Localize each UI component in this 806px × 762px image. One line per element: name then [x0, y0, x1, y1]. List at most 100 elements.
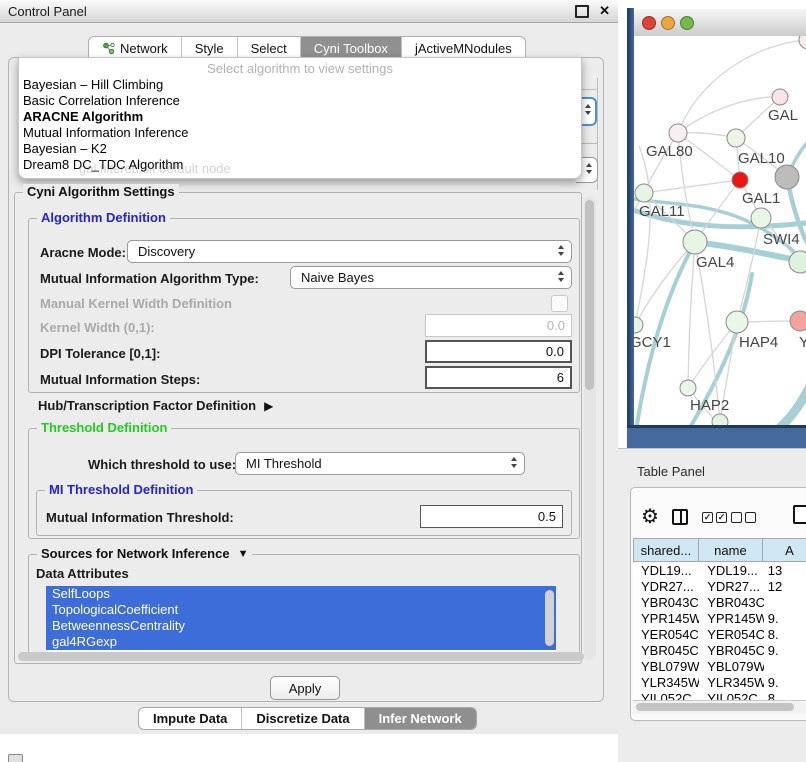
- tab-select[interactable]: Select: [237, 37, 300, 59]
- network-view[interactable]: GALGAL80GAL10GAL1GAL11SWI4GAL4GCY1HAP4YH…: [634, 36, 806, 425]
- table-row[interactable]: YER054CYER054C8.: [633, 626, 806, 642]
- table-cell: YBR045C: [699, 643, 764, 658]
- network-node[interactable]: [726, 311, 748, 333]
- network-node[interactable]: [775, 165, 799, 189]
- columns-icon[interactable]: [672, 509, 688, 525]
- network-node[interactable]: [772, 89, 788, 105]
- table-cell: YER054C: [633, 627, 699, 642]
- tab-cyni-toolbox[interactable]: Cyni Toolbox: [300, 37, 401, 59]
- kernel-width-value: 0.0: [547, 318, 565, 333]
- float-window-icon[interactable]: [575, 5, 589, 18]
- network-node[interactable]: [751, 208, 771, 228]
- tab-network[interactable]: Network: [89, 37, 181, 59]
- table-cell: YPR145W: [699, 611, 764, 626]
- algorithm-option[interactable]: Bayesian – Hill Climbing: [23, 77, 563, 93]
- algorithm-option[interactable]: Bayesian – K2: [23, 141, 563, 157]
- network-node[interactable]: [635, 184, 653, 202]
- network-node[interactable]: [799, 36, 806, 49]
- column-header[interactable]: A: [763, 538, 806, 562]
- table-cell: YLR345W: [633, 675, 699, 690]
- tab-style[interactable]: Style: [181, 37, 237, 59]
- data-attributes-label: Data Attributes: [36, 566, 129, 581]
- close-traffic-light[interactable]: [642, 16, 656, 30]
- mi-steps-field[interactable]: 6: [425, 366, 572, 389]
- network-edge[interactable]: [644, 180, 740, 193]
- screen: Control Panel ✕ Network Style Select Cyn…: [0, 0, 806, 762]
- network-node[interactable]: [789, 251, 806, 273]
- table-combo-value: gal.filtered.sif default node: [79, 161, 231, 176]
- gear-icon[interactable]: ⚙: [641, 504, 659, 529]
- network-node[interactable]: [669, 124, 687, 142]
- network-edge[interactable]: [635, 146, 650, 325]
- column-header[interactable]: shared...: [633, 538, 699, 562]
- network-node[interactable]: [683, 230, 707, 254]
- aracne-mode-combo[interactable]: Discovery: [127, 240, 572, 263]
- column-header[interactable]: name: [699, 538, 763, 562]
- table-cell: YLR345W: [699, 675, 764, 690]
- table-row[interactable]: YBR045CYBR045C9.: [633, 642, 806, 658]
- network-node[interactable]: [732, 172, 748, 188]
- table-hscrollbar-thumb[interactable]: [636, 703, 794, 711]
- bottom-left-widget[interactable]: [8, 754, 23, 762]
- minimize-traffic-light[interactable]: [661, 16, 675, 30]
- table-row[interactable]: YDR27...YDR27...12: [633, 578, 806, 594]
- network-edge[interactable]: [737, 218, 761, 322]
- mi-type-label: Mutual Information Algorithm Type:: [40, 271, 259, 286]
- table-row[interactable]: YBR043CYBR043C: [633, 594, 806, 610]
- table-row[interactable]: YDL19...YDL19...13: [633, 562, 806, 578]
- tab-jactivemnodules[interactable]: jActiveMNodules: [401, 37, 525, 59]
- algorithm-option[interactable]: Basic Correlation Inference: [23, 93, 563, 109]
- control-panel-titlebar: Control Panel ✕: [0, 0, 618, 23]
- network-edge[interactable]: [760, 372, 806, 425]
- attribute-item[interactable]: SelfLoops: [46, 586, 556, 602]
- settings-scrollbar-thumb[interactable]: [585, 200, 594, 390]
- table-cell: YIL052C: [699, 691, 764, 701]
- table-cell: 9.: [764, 675, 806, 690]
- close-icon[interactable]: ✕: [599, 6, 610, 16]
- which-threshold-combo[interactable]: MI Threshold: [235, 452, 525, 475]
- dpi-tolerance-field[interactable]: 0.0: [425, 340, 572, 363]
- network-node[interactable]: [727, 129, 745, 147]
- algorithm-option-selected[interactable]: ARACNE Algorithm: [23, 109, 563, 125]
- deselect-all-boxes-icon[interactable]: [731, 512, 759, 523]
- network-node-label: GAL80: [646, 143, 693, 160]
- aracne-mode-label: Aracne Mode:: [40, 245, 126, 260]
- tab-impute-data[interactable]: Impute Data: [139, 708, 241, 729]
- network-edge[interactable]: [688, 242, 695, 388]
- network-window-titlebar[interactable]: [634, 9, 806, 37]
- table-row[interactable]: YLR345WYLR345W9.: [633, 674, 806, 690]
- sources-group-title-wrap[interactable]: Sources for Network Inference ▼: [37, 546, 252, 561]
- manual-kernel-checkbox[interactable]: [551, 295, 568, 312]
- document-icon[interactable]: [793, 505, 806, 524]
- network-node[interactable]: [712, 414, 728, 425]
- algorithm-option[interactable]: Mutual Information Inference: [23, 125, 563, 141]
- attribute-list-scrollbar-thumb[interactable]: [545, 590, 554, 646]
- tab-discretize-data[interactable]: Discretize Data: [241, 708, 363, 729]
- expanded-arrow-icon: ▼: [238, 548, 249, 560]
- collapsed-arrow-icon: ▶: [264, 399, 273, 413]
- table-row[interactable]: YBL079WYBL079W: [633, 658, 806, 674]
- manual-kernel-label: Manual Kernel Width Definition: [40, 296, 232, 311]
- table-row[interactable]: YPR145WYPR145W9.: [633, 610, 806, 626]
- attribute-item[interactable]: gal4RGexp: [46, 634, 556, 650]
- network-node[interactable]: [680, 380, 696, 396]
- network-node[interactable]: [790, 311, 806, 331]
- mi-type-combo[interactable]: Naive Bayes: [290, 266, 572, 289]
- tab-infer-network[interactable]: Infer Network: [364, 708, 476, 729]
- hub-definition-toggle[interactable]: Hub/Transcription Factor Definition ▶: [38, 398, 273, 413]
- threshold-definition-title: Threshold Definition: [37, 420, 171, 435]
- mi-threshold-field[interactable]: 0.5: [420, 505, 563, 528]
- kernel-width-field[interactable]: 0.0: [425, 314, 572, 337]
- table-row[interactable]: YIL052CYIL052C8: [633, 690, 806, 700]
- node-table: shared... name A YDL19...YDL19...13YDR27…: [633, 538, 806, 700]
- apply-button[interactable]: Apply: [270, 676, 340, 700]
- attribute-item[interactable]: TopologicalCoefficient: [46, 602, 556, 618]
- settings-hscrollbar-thumb[interactable]: [18, 652, 584, 661]
- attribute-item[interactable]: BetweennessCentrality: [46, 618, 556, 634]
- network-edge[interactable]: [678, 97, 780, 133]
- network-node[interactable]: [634, 317, 643, 333]
- select-all-checks-icon[interactable]: ✓✓: [702, 512, 730, 523]
- inference-group-fragment: [582, 143, 597, 144]
- which-threshold-value: MI Threshold: [246, 456, 322, 471]
- zoom-traffic-light[interactable]: [680, 16, 694, 30]
